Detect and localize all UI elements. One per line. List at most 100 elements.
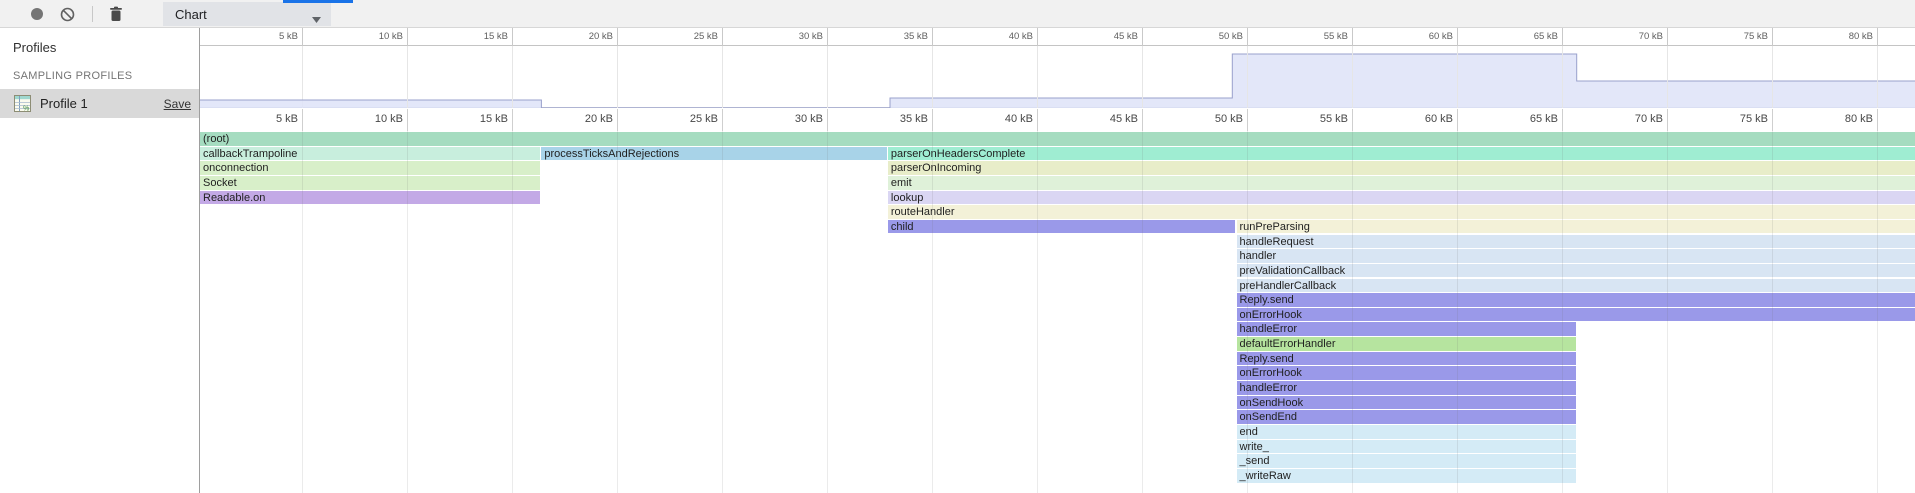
ruler-tick-label: 80 kB [1805, 31, 1873, 42]
flame-frame-callbackTrampoline[interactable]: callbackTrampoline [200, 147, 540, 161]
view-mode-value: Chart [175, 7, 207, 22]
ruler-tick-label: 5 kB [230, 113, 298, 125]
gridline [1247, 28, 1248, 46]
flame-frame-handleError[interactable]: handleError [1237, 381, 1576, 395]
gridline [1667, 28, 1668, 46]
save-profile-link[interactable]: Save [164, 97, 191, 111]
ruler-tick-label: 45 kB [1070, 31, 1138, 42]
allocation-overview-minimap[interactable] [200, 46, 1915, 108]
gridline [1877, 109, 1878, 131]
flame-frame-routeHandler[interactable]: routeHandler [888, 205, 1915, 219]
ruler-tick-label: 70 kB [1595, 113, 1663, 125]
gridline [617, 109, 618, 131]
chevron-down-icon [312, 11, 321, 26]
gridline [722, 109, 723, 131]
flamechart-canvas[interactable]: (root)callbackTrampolineprocessTicksAndR… [200, 131, 1915, 493]
ruler-tick-label: 50 kB [1175, 113, 1243, 125]
gridline [722, 131, 723, 493]
gridline [1247, 109, 1248, 131]
toolbar-separator [92, 6, 93, 22]
trash-icon [109, 6, 123, 22]
flame-frame-Reply.send[interactable]: Reply.send [1237, 352, 1576, 366]
gridline [617, 28, 618, 46]
flame-frame-handler[interactable]: handler [1237, 249, 1915, 263]
flame-frame-lookup[interactable]: lookup [888, 191, 1915, 205]
ruler-tick-label: 15 kB [440, 31, 508, 42]
gridline [1772, 109, 1773, 131]
ruler-tick-label: 80 kB [1805, 113, 1873, 125]
flame-frame-root[interactable]: (root) [200, 132, 1915, 146]
flame-frame-Socket[interactable]: Socket [200, 176, 540, 190]
record-profile-button[interactable] [25, 2, 49, 26]
gridline [932, 28, 933, 46]
record-circle-icon [30, 7, 44, 21]
flame-frame-handleRequest[interactable]: handleRequest [1237, 235, 1915, 249]
ruler-tick-label: 75 kB [1700, 113, 1768, 125]
svg-text:%: % [23, 105, 29, 112]
ruler-tick-label: 70 kB [1595, 31, 1663, 42]
toolbar: Chart [0, 0, 1915, 28]
ruler-tick-label: 20 kB [545, 31, 613, 42]
flame-frame-onSendHook[interactable]: onSendHook [1237, 396, 1576, 410]
ruler-tick-label: 55 kB [1280, 31, 1348, 42]
gridline [1142, 109, 1143, 131]
flame-frame-parserOnIncoming[interactable]: parserOnIncoming [888, 161, 1915, 175]
ruler-tick-label: 55 kB [1280, 113, 1348, 125]
flame-frame-processTicksAndRejections[interactable]: processTicksAndRejections [541, 147, 887, 161]
gridline [1877, 28, 1878, 46]
flame-frame-write_[interactable]: write_ [1237, 440, 1576, 454]
sampling-profiles-section-label: SAMPLING PROFILES [13, 70, 132, 82]
sidebar-item-profile-1[interactable]: % Profile 1 Save [0, 89, 199, 118]
flame-frame-parserOnHeadersComplete[interactable]: parserOnHeadersComplete [888, 147, 1915, 161]
flame-frame-preHandlerCallback[interactable]: preHandlerCallback [1237, 279, 1915, 293]
flame-frame-onSendEnd[interactable]: onSendEnd [1237, 410, 1576, 424]
overview-area-chart [200, 46, 1915, 108]
flame-frame-child[interactable]: child [888, 220, 1236, 234]
flame-frame-onconnection[interactable]: onconnection [200, 161, 540, 175]
ruler-tick-label: 60 kB [1385, 113, 1453, 125]
gridline [1562, 28, 1563, 46]
delete-profile-button[interactable] [104, 2, 128, 26]
flame-frame-_writeRaw[interactable]: _writeRaw [1237, 469, 1576, 483]
gridline [1352, 109, 1353, 131]
gridline [302, 28, 303, 46]
ruler-tick-label: 25 kB [650, 113, 718, 125]
overview-ruler: 5 kB10 kB15 kB20 kB25 kB30 kB35 kB40 kB4… [200, 28, 1915, 46]
gridline [1457, 109, 1458, 131]
flame-frame-onErrorHook[interactable]: onErrorHook [1237, 366, 1576, 380]
gridline [827, 131, 828, 493]
ruler-tick-label: 25 kB [650, 31, 718, 42]
flame-frame-_send[interactable]: _send [1237, 454, 1576, 468]
flame-frame-Reply.send[interactable]: Reply.send [1237, 293, 1915, 307]
ruler-tick-label: 40 kB [965, 113, 1033, 125]
gridline [1562, 109, 1563, 131]
clear-profiles-button[interactable] [55, 2, 79, 26]
flame-frame-onErrorHook[interactable]: onErrorHook [1237, 308, 1915, 322]
flame-frame-runPreParsing[interactable]: runPreParsing [1237, 220, 1915, 234]
sidebar-title: Profiles [13, 40, 56, 55]
gridline [1772, 28, 1773, 46]
ruler-tick-label: 40 kB [965, 31, 1033, 42]
flame-frame-emit[interactable]: emit [888, 176, 1915, 190]
flame-frame-preValidationCallback[interactable]: preValidationCallback [1237, 264, 1915, 278]
flame-chart-pane: 5 kB 10 kB 15 kB 20 kB 25 kB 30 kB 35 kB 40 kB 4… [200, 28, 1915, 493]
ruler-tick-label: 65 kB [1490, 31, 1558, 42]
ruler-tick-label: 30 kB [755, 31, 823, 42]
tab-accent-bar [283, 0, 353, 3]
flame-frame-end[interactable]: end [1237, 425, 1576, 439]
flame-frame-defaultErrorHandler[interactable]: defaultErrorHandler [1237, 337, 1576, 351]
flame-frame-Readable.on[interactable]: Readable.on [200, 191, 540, 205]
gridline [722, 28, 723, 46]
ruler-tick-label: 35 kB [860, 113, 928, 125]
gridline [1037, 109, 1038, 131]
gridline [302, 109, 303, 131]
gridline [1667, 109, 1668, 131]
view-mode-select[interactable]: Chart [163, 2, 331, 26]
gridline [407, 28, 408, 46]
ruler-tick-label: 10 kB [335, 113, 403, 125]
profile-grid-icon: % [14, 95, 31, 112]
flame-frame-handleError[interactable]: handleError [1237, 322, 1576, 336]
ruler-tick-label: 75 kB [1700, 31, 1768, 42]
ruler-tick-label: 65 kB [1490, 113, 1558, 125]
ruler-tick-label: 10 kB [335, 31, 403, 42]
